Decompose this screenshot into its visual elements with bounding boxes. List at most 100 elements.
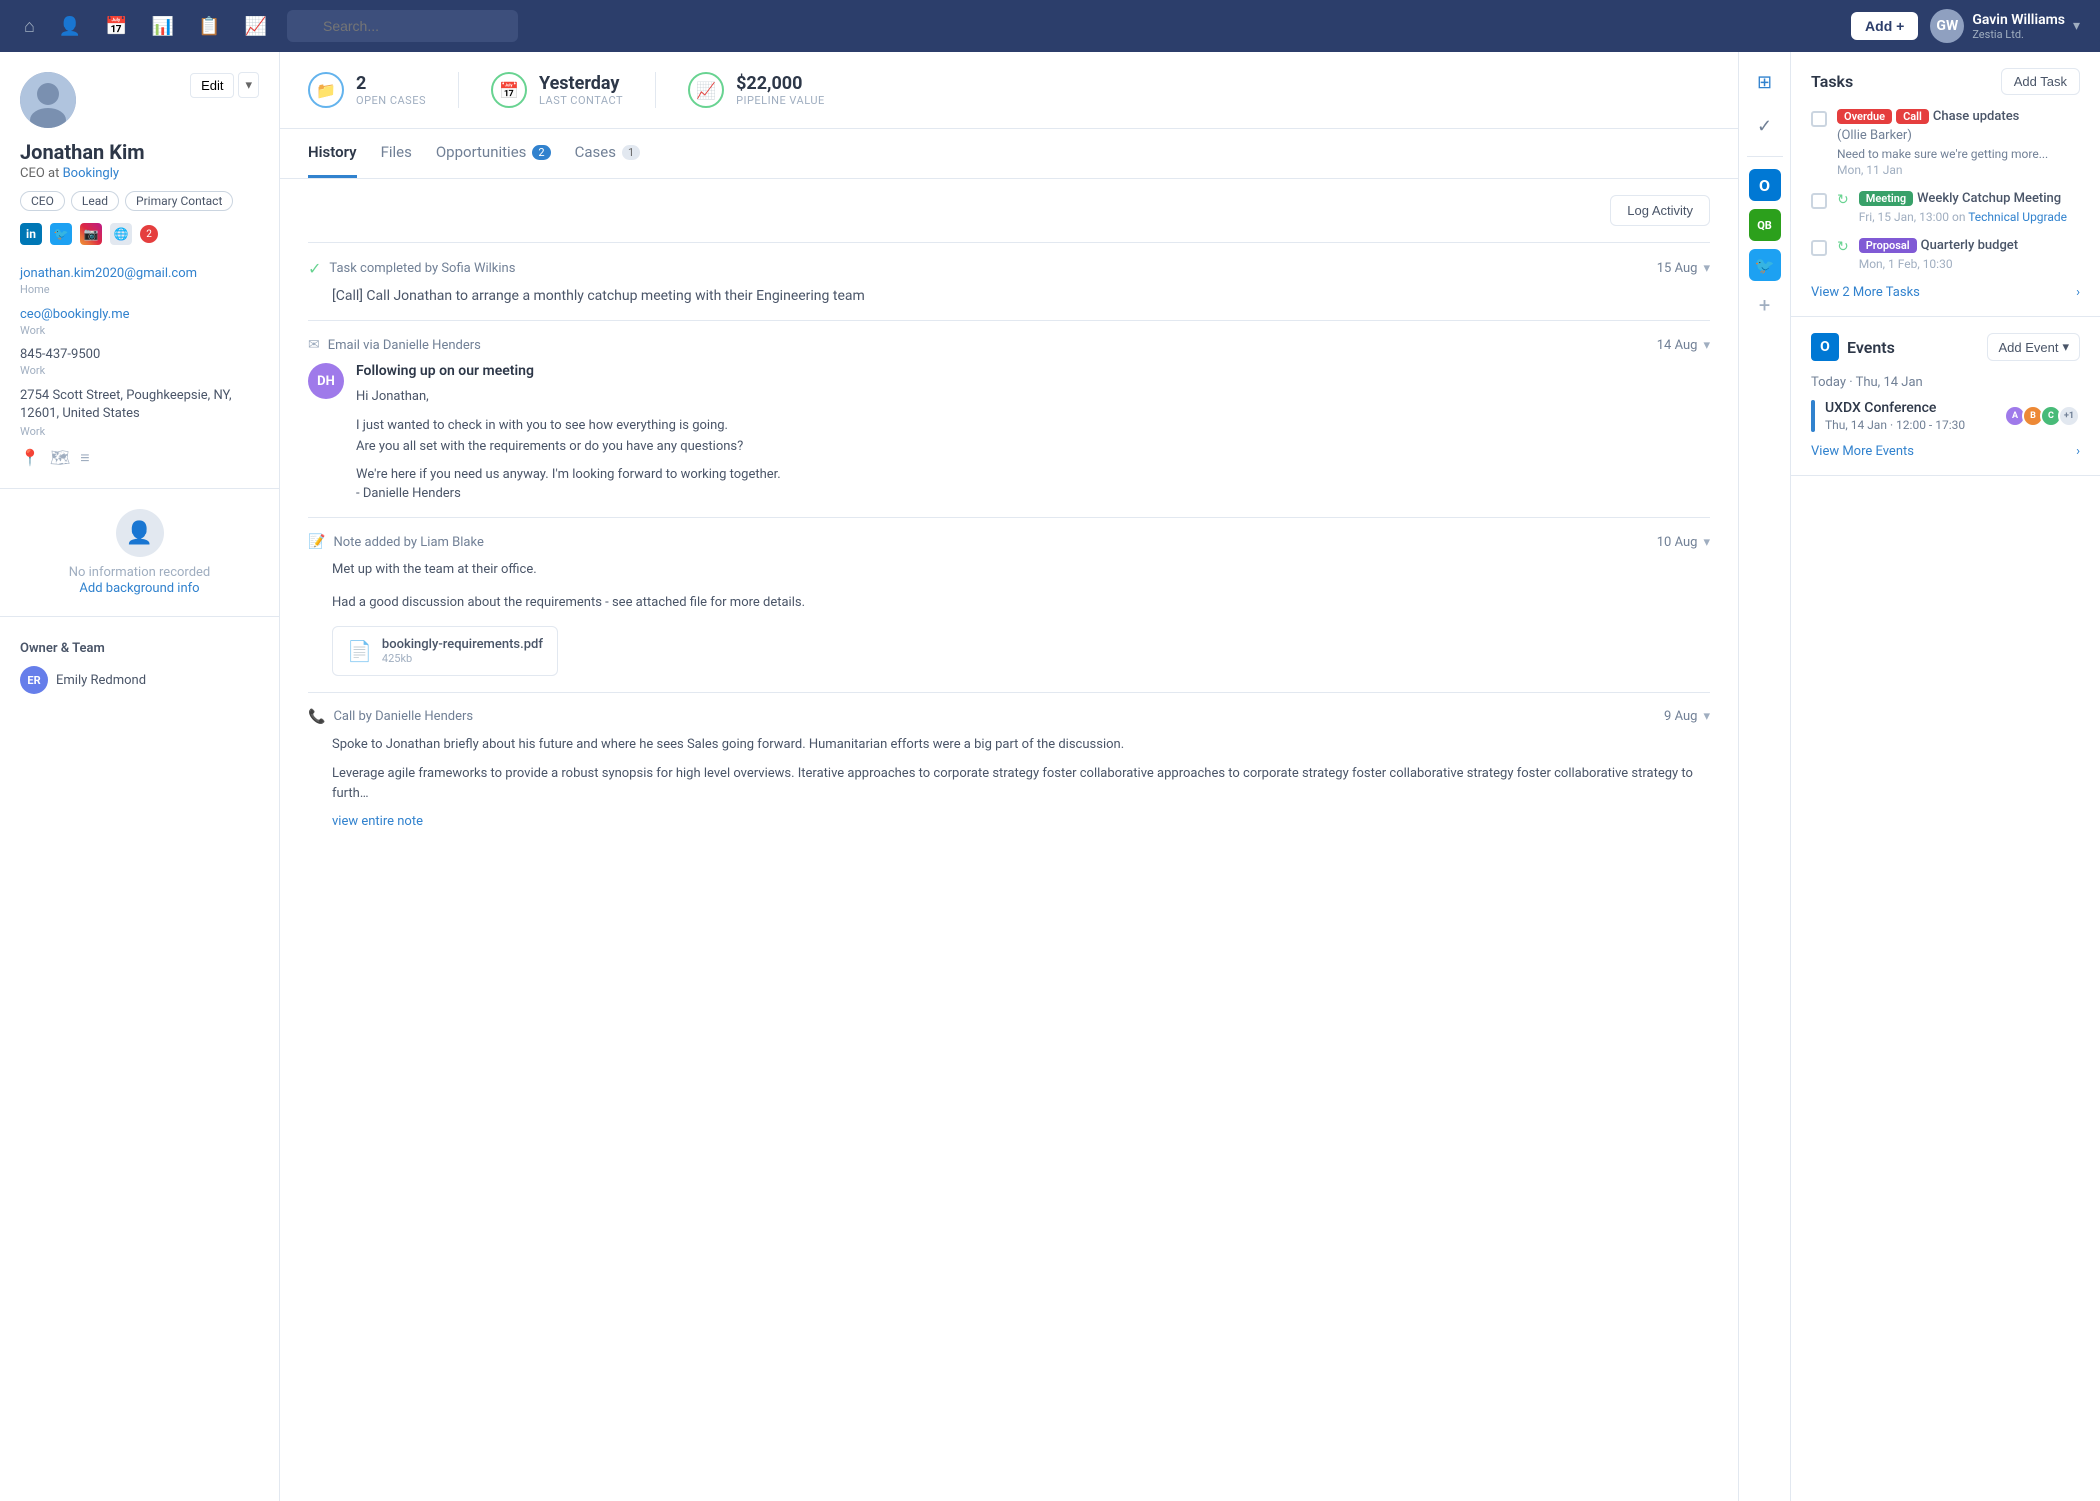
task-1-person: (Ollie Barker) [1837, 128, 1912, 143]
opportunities-badge: 2 [532, 145, 550, 160]
task-description: Task completed by Sofia Wilkins [329, 261, 515, 276]
email-signature: - Danielle Henders [356, 486, 1710, 501]
map-icon[interactable]: 🗺 [50, 448, 70, 468]
add-task-button[interactable]: Add Task [2001, 68, 2080, 95]
documents-icon[interactable]: 📋 [194, 12, 224, 41]
bg-avatar-placeholder: 👤 [116, 509, 164, 557]
pipeline-icon: 📈 [688, 72, 724, 108]
add-background-link[interactable]: Add background info [79, 581, 199, 596]
tasks-header: Tasks Add Task [1811, 68, 2080, 95]
add-event-button[interactable]: Add Event ▾ [1987, 333, 2080, 361]
events-title: Events [1847, 338, 1895, 357]
activity-area: Log Activity ✓ Task completed by Sofia W… [280, 179, 1738, 861]
task-chevron-icon[interactable]: ▾ [1703, 261, 1710, 276]
add-event-chevron-icon: ▾ [2062, 339, 2069, 355]
event-item-1: UXDX Conference Thu, 14 Jan · 12:00 - 17… [1811, 400, 2080, 432]
email-work-link[interactable]: ceo@bookingly.me [20, 307, 130, 322]
note-date-wrap: 10 Aug ▾ [1657, 535, 1710, 550]
task-item-3: ↻ Proposal Quarterly budget Mon, 1 Feb, … [1811, 238, 2080, 271]
edit-dropdown-button[interactable]: ▾ [238, 72, 259, 98]
address-label: Work [20, 425, 259, 438]
chevron-down-icon: ▾ [2073, 18, 2080, 34]
edit-button[interactable]: Edit [190, 73, 234, 98]
task-2-content: Meeting Weekly Catchup Meeting Fri, 15 J… [1859, 191, 2067, 224]
company-link[interactable]: Bookingly [63, 166, 119, 181]
owner-avatar: ER [20, 666, 48, 694]
web-icon[interactable]: 🌐 [110, 223, 132, 245]
event-row-1: UXDX Conference Thu, 14 Jan · 12:00 - 17… [1825, 400, 2080, 432]
task-1-title: Chase updates [1933, 109, 2019, 124]
tasks-section: Tasks Add Task Overdue Call Chase update… [1791, 52, 2100, 317]
tab-cases[interactable]: Cases 1 [575, 129, 641, 178]
instagram-icon[interactable]: 📷 [80, 223, 102, 245]
tab-history[interactable]: History [308, 129, 357, 178]
contacts-icon[interactable]: 👤 [55, 12, 85, 41]
task-content: [Call] Call Jonathan to arrange a monthl… [308, 288, 1710, 304]
search-input[interactable] [287, 10, 518, 42]
email-body-2: Are you all set with the requirements or… [356, 437, 1710, 458]
activity-header-left: ✓ Task completed by Sofia Wilkins [308, 259, 515, 278]
search-wrap: 🔍 [287, 10, 987, 42]
tag-primary-contact[interactable]: Primary Contact [125, 191, 233, 211]
location-icon[interactable]: 📍 [20, 448, 40, 468]
call-chevron-icon[interactable]: ▾ [1703, 709, 1710, 724]
open-cases-label: OPEN CASES [356, 94, 426, 107]
edit-btn-wrap: Edit ▾ [190, 72, 259, 98]
phone-icon: 📞 [308, 709, 325, 725]
technical-upgrade-link[interactable]: Technical Upgrade [1968, 210, 2067, 224]
email-chevron-icon[interactable]: ▾ [1703, 338, 1710, 353]
grid-icon-btn[interactable]: ⊞ [1747, 64, 1783, 100]
contact-info: jonathan.kim2020@gmail.com Home ceo@book… [0, 257, 279, 476]
address-text: 2754 Scott Street, Poughkeepsie, NY, 126… [20, 387, 259, 423]
view-more-tasks-link[interactable]: View 2 More Tasks › [1811, 285, 2080, 300]
user-avatar: GW [1930, 9, 1964, 43]
add-integration-icon[interactable]: + [1759, 293, 1770, 317]
task-checkbox-1[interactable] [1811, 111, 1827, 127]
twitter-sidebar-icon-btn[interactable]: 🐦 [1749, 249, 1781, 281]
task-date-wrap: 15 Aug ▾ [1657, 261, 1710, 276]
task-3-content: Proposal Quarterly budget Mon, 1 Feb, 10… [1859, 238, 2018, 271]
call-text-2: Leverage agile frameworks to provide a r… [332, 764, 1710, 806]
task-checkbox-2[interactable] [1811, 193, 1827, 209]
note-icon: 📝 [308, 534, 325, 550]
file-attachment[interactable]: 📄 bookingly-requirements.pdf 425kb [332, 626, 558, 676]
email-greeting: Hi Jonathan, [356, 387, 1710, 408]
email-home-link[interactable]: jonathan.kim2020@gmail.com [20, 266, 197, 281]
badge-overdue-1: Overdue [1837, 109, 1892, 124]
log-activity-button[interactable]: Log Activity [1610, 195, 1710, 226]
events-title-row: O Events [1811, 333, 1895, 361]
tag-lead[interactable]: Lead [71, 191, 119, 211]
left-sidebar: Edit ▾ Jonathan Kim CEO at Bookingly CEO… [0, 52, 280, 1501]
email-work-label: Work [20, 324, 259, 337]
call-date: 9 Aug [1664, 709, 1697, 724]
app-layout: Edit ▾ Jonathan Kim CEO at Bookingly CEO… [0, 52, 2100, 1501]
view-more-events-link[interactable]: View More Events › [1811, 444, 2080, 459]
activity-item-task: ✓ Task completed by Sofia Wilkins 15 Aug… [308, 242, 1710, 320]
home-icon[interactable]: ⌂ [20, 12, 39, 41]
list-icon[interactable]: ≡ [80, 448, 89, 468]
user-menu[interactable]: GW Gavin Williams Zestia Ltd. ▾ [1930, 9, 2080, 43]
activity-email-header: ✉ Email via Danielle Henders 14 Aug ▾ [308, 337, 1710, 353]
task-3-date: Mon, 1 Feb, 10:30 [1859, 257, 2018, 271]
last-contact-value: Yesterday [539, 73, 623, 94]
view-entire-note-link[interactable]: view entire note [332, 814, 423, 829]
linkedin-icon[interactable]: in [20, 223, 42, 245]
note-chevron-icon[interactable]: ▾ [1703, 535, 1710, 550]
tab-files[interactable]: Files [381, 129, 412, 178]
contact-action-icons: 📍 🗺 ≡ [20, 448, 259, 468]
activity-icon[interactable]: 📈 [241, 12, 271, 41]
add-button[interactable]: Add + [1851, 12, 1918, 40]
outlook-icon-btn[interactable]: O [1749, 169, 1781, 201]
twitter-icon[interactable]: 🐦 [50, 223, 72, 245]
chart-icon[interactable]: 📊 [148, 12, 178, 41]
calendar-icon[interactable]: 📅 [101, 12, 131, 41]
quickbooks-icon-btn[interactable]: QB [1749, 209, 1781, 241]
phone-label: Work [20, 364, 259, 377]
task-date: 15 Aug [1657, 261, 1698, 276]
email-work-item: ceo@bookingly.me Work [20, 306, 259, 337]
task-checkbox-3[interactable] [1811, 240, 1827, 256]
tab-opportunities[interactable]: Opportunities 2 [436, 129, 551, 178]
tag-ceo[interactable]: CEO [20, 191, 65, 211]
call-text-1: Spoke to Jonathan briefly about his futu… [332, 735, 1710, 756]
check-circle-icon-btn[interactable]: ✓ [1747, 108, 1783, 144]
